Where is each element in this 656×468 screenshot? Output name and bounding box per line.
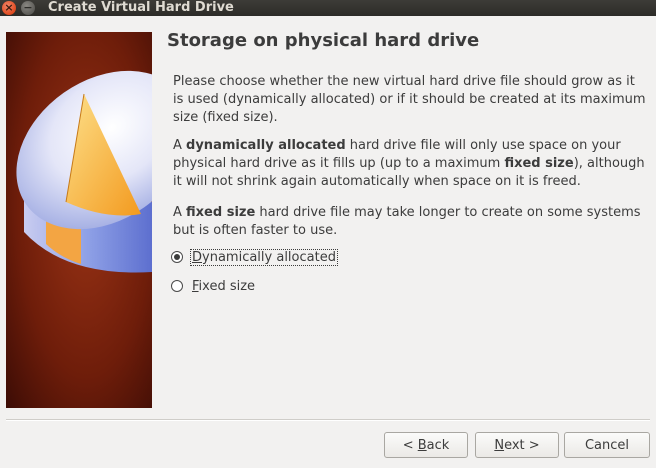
hard-drive-pie-icon xyxy=(6,32,152,408)
footer-separator xyxy=(6,419,650,421)
bold-term: dynamically allocated xyxy=(186,138,346,153)
cancel-button[interactable]: Cancel xyxy=(564,432,650,458)
minimize-icon[interactable]: − xyxy=(21,1,35,15)
radio-button-checked[interactable] xyxy=(171,251,183,263)
mnemonic-letter: N xyxy=(494,437,505,453)
close-icon[interactable]: × xyxy=(2,1,16,15)
label-rest: ixed size xyxy=(198,278,256,294)
radio-label-fixed[interactable]: Fixed size xyxy=(191,279,256,294)
button-label-rest: ack xyxy=(426,437,450,453)
page-title: Storage on physical hard drive xyxy=(167,30,480,51)
text-span: A xyxy=(173,138,187,153)
bold-term: fixed size xyxy=(186,205,256,220)
radio-label-dynamic[interactable]: Dynamically allocated xyxy=(190,248,338,266)
window-title: Create Virtual Hard Drive xyxy=(48,0,234,15)
bold-term: fixed size xyxy=(504,156,574,171)
radio-dynamically-allocated[interactable]: Dynamically allocated xyxy=(171,247,338,267)
radio-button-unchecked[interactable] xyxy=(171,280,183,292)
dynamic-description-paragraph: A dynamically allocated hard drive file … xyxy=(173,137,649,191)
label-rest: ynamically allocated xyxy=(202,249,336,265)
back-button[interactable]: < Back xyxy=(384,432,468,458)
button-label-rest: ext > xyxy=(504,437,540,453)
button-label: Cancel xyxy=(584,437,630,453)
mnemonic-letter: D xyxy=(192,249,203,265)
mnemonic-letter: B xyxy=(417,437,427,453)
text-span: A xyxy=(173,205,187,220)
fixed-description-paragraph: A fixed size hard drive file may take lo… xyxy=(173,204,649,240)
intro-paragraph: Please choose whether the new virtual ha… xyxy=(173,74,646,125)
next-button[interactable]: Next > xyxy=(475,432,559,458)
button-lead: < xyxy=(402,437,418,453)
radio-fixed-size[interactable]: Fixed size xyxy=(171,276,256,296)
window-titlebar[interactable]: × − Create Virtual Hard Drive xyxy=(0,0,656,16)
wizard-side-image xyxy=(6,32,152,408)
